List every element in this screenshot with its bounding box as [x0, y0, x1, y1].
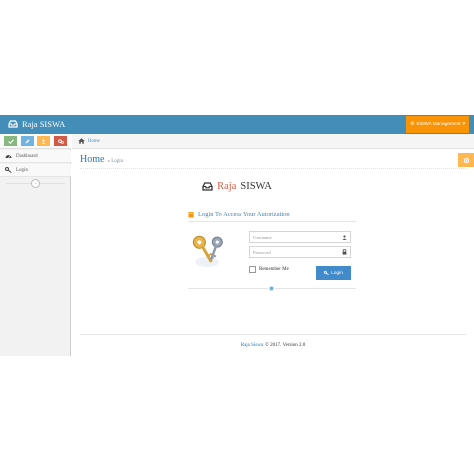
pencil-icon	[25, 138, 30, 143]
password-placeholder: Password	[253, 249, 271, 255]
cogs-icon	[57, 138, 64, 144]
login-app-title: Raja SISWA	[0, 181, 474, 192]
gear-icon: ⚙	[409, 122, 415, 127]
username-field[interactable]: Username	[249, 231, 351, 243]
password-field[interactable]: Password	[249, 246, 351, 258]
breadcrumb-home[interactable]: Home	[88, 139, 100, 144]
key-icon	[324, 271, 329, 275]
login-heading-text: Login To Access Your Autorization	[198, 211, 290, 218]
top-navbar	[0, 115, 474, 134]
lock-icon	[342, 249, 347, 255]
footer-link[interactable]: Raja Siswa	[241, 343, 263, 348]
footer: Raja Siswa © 2017. Version 2.0	[80, 334, 466, 356]
key-icon	[5, 167, 12, 173]
remember-label: Remember Me	[259, 267, 289, 272]
brand-text: Raja SISWA	[22, 119, 66, 129]
shortcut-button-users[interactable]	[37, 136, 50, 146]
sidebar-item-login[interactable]: Login	[0, 164, 71, 177]
remember-me[interactable]: Remember Me	[249, 266, 289, 273]
circle-icon	[268, 285, 275, 292]
user-menu-label: SISWA Management	[416, 122, 461, 127]
page-header: Home » Login	[80, 151, 466, 169]
login-button[interactable]: Login	[316, 266, 351, 280]
dashboard-icon	[5, 155, 12, 159]
username-placeholder: Username	[253, 234, 272, 240]
users-icon	[41, 138, 46, 144]
sidebar-item-label: Login	[16, 167, 28, 173]
keys-illustration	[189, 228, 229, 270]
user-menu-dropdown[interactable]: ⚙ SISWA Management ▾	[406, 116, 469, 133]
remember-checkbox[interactable]	[249, 266, 256, 273]
shortcut-button-check[interactable]	[4, 136, 17, 146]
sidebar-item-label: Dashboard	[16, 153, 38, 159]
app-name-right: SISWA	[240, 181, 272, 192]
brand-logo[interactable]: Raja SISWA	[8, 119, 65, 129]
footer-text: © 2017. Version 2.0	[265, 343, 306, 348]
shortcut-button-pencil[interactable]	[21, 136, 34, 146]
user-icon	[342, 234, 347, 240]
coffee-icon	[188, 212, 194, 218]
inbox-icon	[202, 182, 213, 191]
page-title: Home	[80, 154, 105, 165]
login-heading: Login To Access Your Autorization	[188, 208, 356, 222]
gear-icon	[463, 157, 469, 163]
breadcrumb: Home	[72, 134, 474, 149]
shortcut-button-cogs[interactable]	[54, 136, 67, 146]
login-button-label: Login	[331, 270, 343, 276]
home-icon	[78, 138, 85, 144]
page-subtitle: » Login	[107, 159, 124, 164]
app-name-left: Raja	[217, 181, 237, 192]
ace-settings-button[interactable]	[458, 153, 474, 167]
check-icon	[7, 138, 14, 144]
caret-down-icon: ▾	[462, 122, 466, 127]
inbox-icon	[8, 120, 18, 128]
sidebar-item-dashboard[interactable]: Dashboard	[0, 150, 71, 163]
